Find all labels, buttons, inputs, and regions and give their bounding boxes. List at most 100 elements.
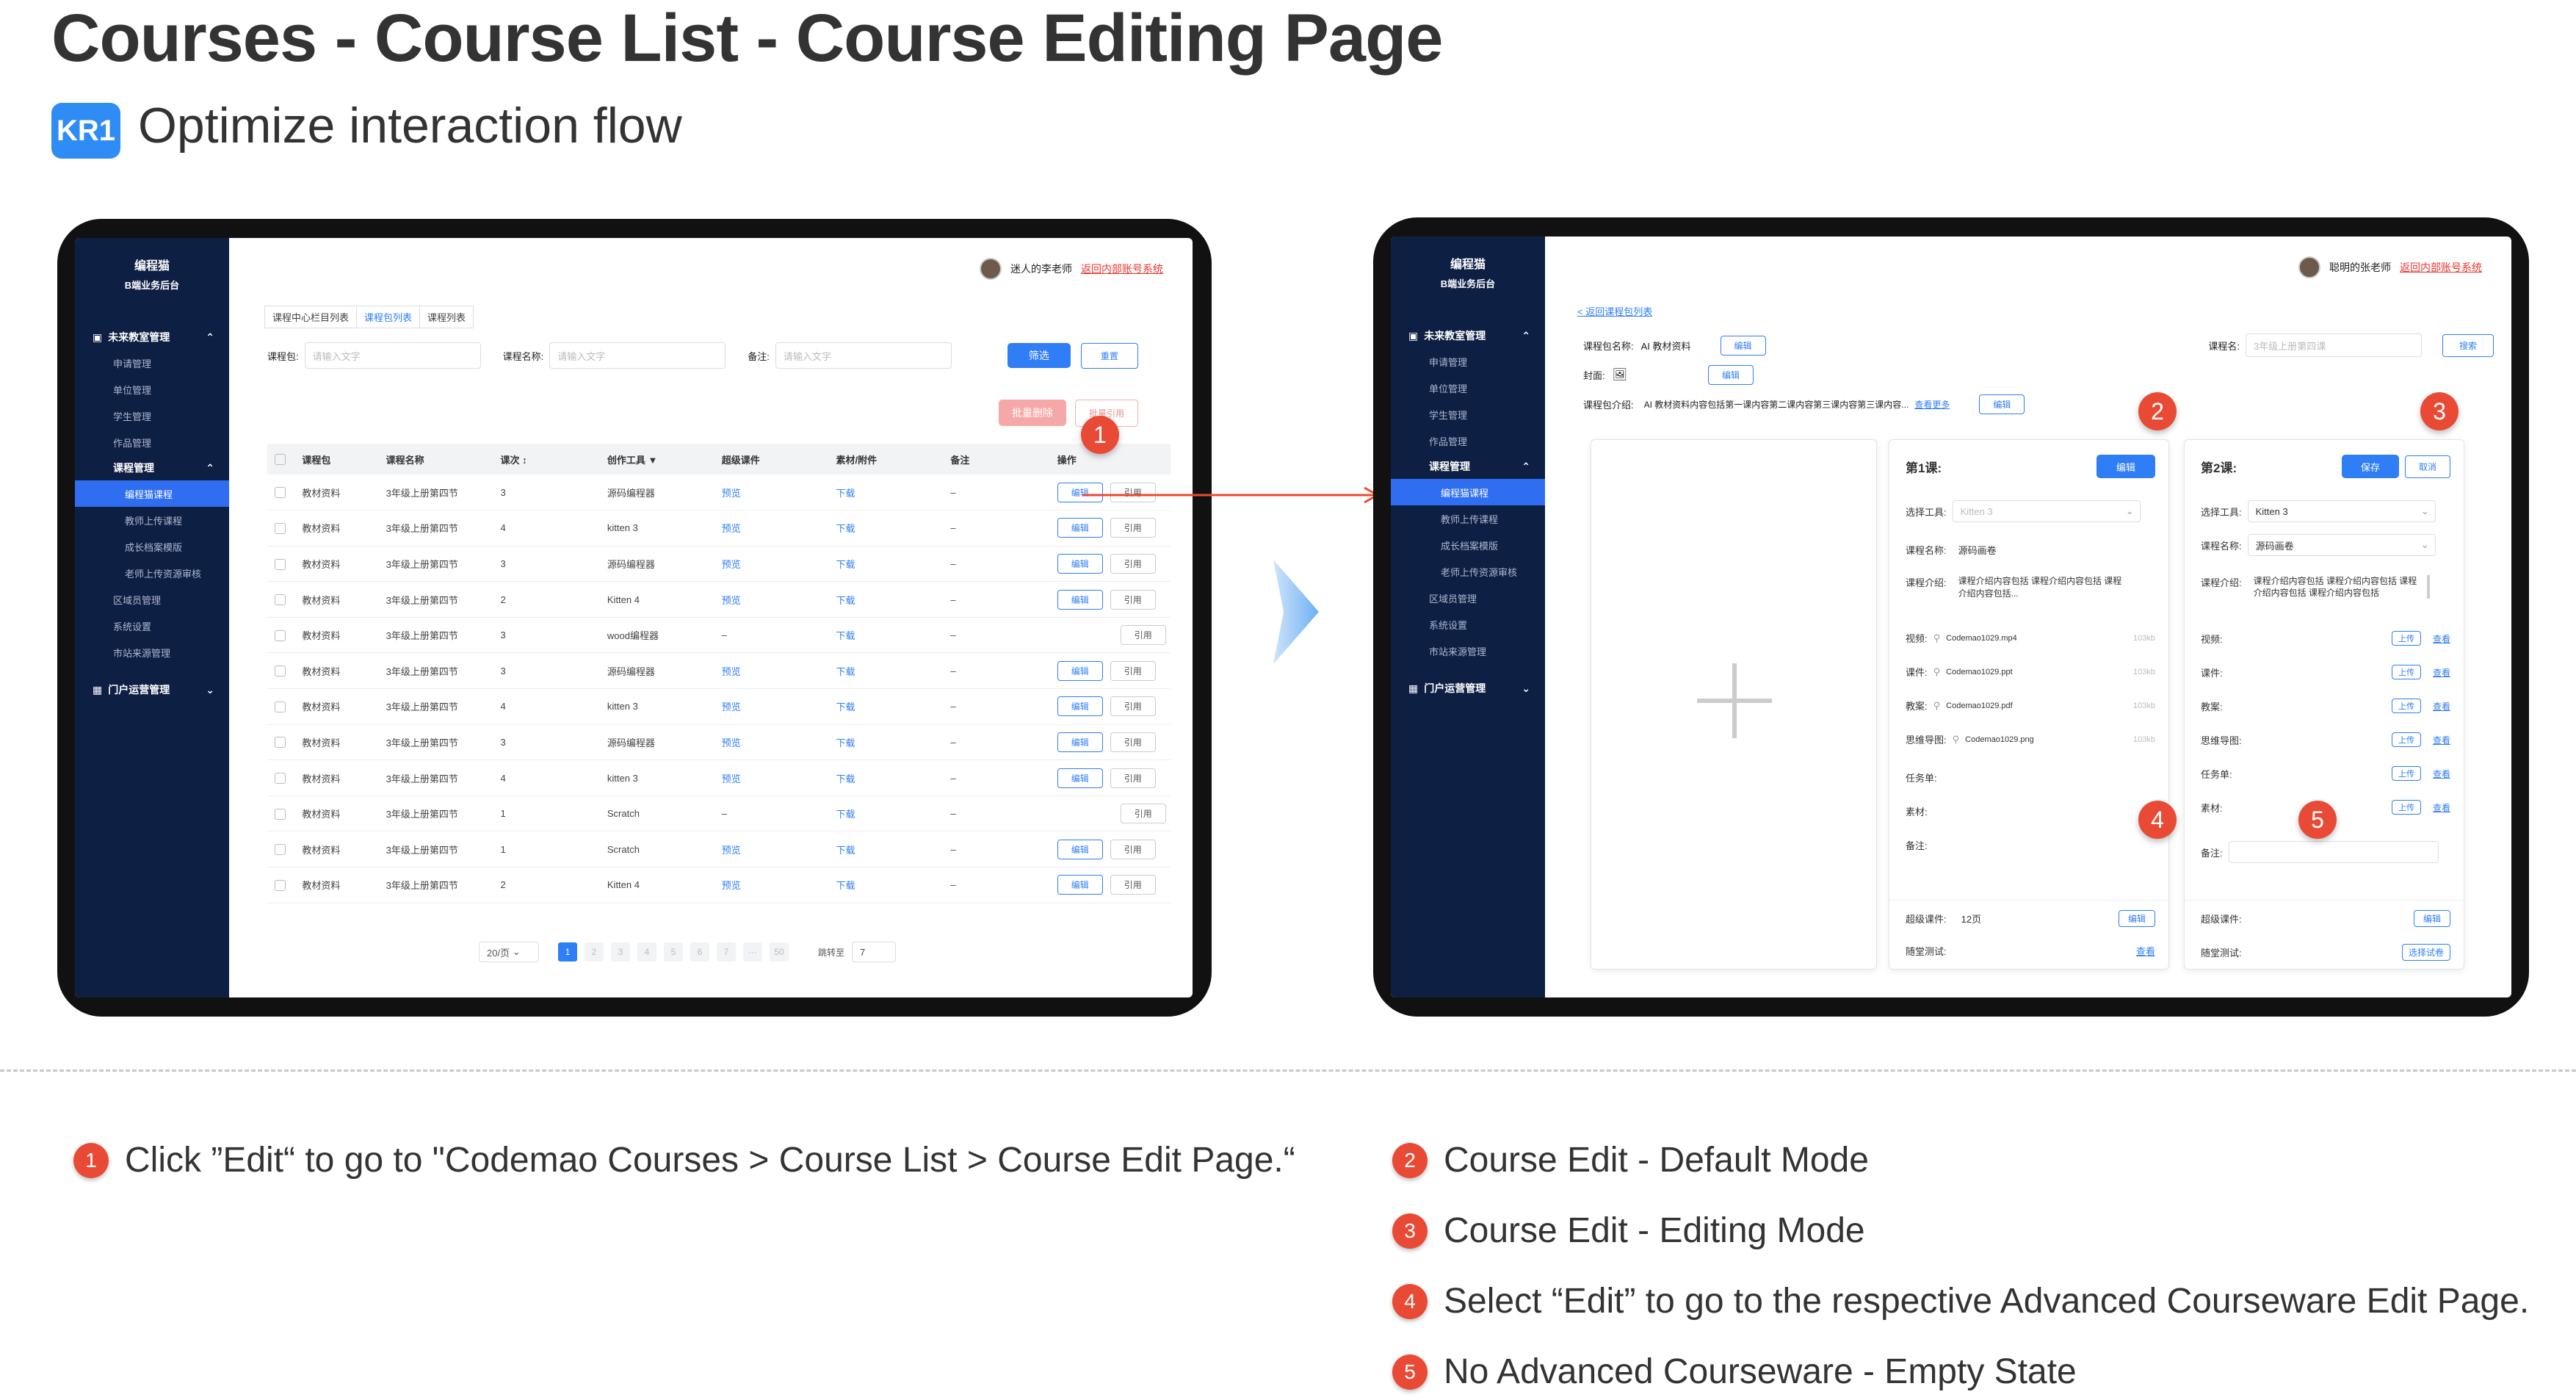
reference-button[interactable]: 引用: [1110, 875, 1156, 895]
package-input[interactable]: 请输入文字: [304, 342, 481, 369]
file-name[interactable]: Codemao1029.mp4: [1946, 634, 2017, 643]
sidebar-item[interactable]: 学生管理: [1391, 401, 1545, 427]
search-button[interactable]: 搜索: [2442, 333, 2494, 357]
courseware-edit-button[interactable]: 编辑: [2118, 910, 2155, 927]
sidebar-group-classroom[interactable]: ▣ 未来教室管理 ⌃: [75, 325, 229, 350]
sidebar-item[interactable]: 系统设置: [1391, 611, 1545, 638]
edit-button[interactable]: 编辑: [1057, 589, 1103, 610]
select-quiz-button[interactable]: 选择试卷: [2401, 944, 2450, 961]
row-checkbox[interactable]: [275, 629, 286, 641]
download-link[interactable]: 下载: [836, 523, 855, 534]
course-name-search-input[interactable]: 3年级上册第四课: [2245, 333, 2422, 357]
sidebar-group-course[interactable]: 课程管理 ⌃: [1391, 454, 1545, 479]
download-link[interactable]: 下载: [836, 773, 855, 784]
cover-edit-button[interactable]: 编辑: [1707, 364, 1754, 385]
reference-button[interactable]: 引用: [1110, 553, 1156, 574]
row-checkbox[interactable]: [275, 594, 286, 606]
sidebar-group-portal[interactable]: ▦ 门户运营管理 ⌄: [1391, 676, 1545, 701]
row-checkbox[interactable]: [275, 701, 286, 712]
sidebar-group-course[interactable]: 课程管理 ⌃: [75, 455, 229, 480]
page-button[interactable]: 5: [664, 942, 683, 961]
view-link[interactable]: 查看: [2433, 768, 2450, 780]
reference-button[interactable]: 引用: [1110, 839, 1156, 859]
edit-button[interactable]: 编辑: [1057, 518, 1103, 538]
page-button[interactable]: 4: [637, 942, 656, 961]
preview-link[interactable]: 预览: [722, 845, 741, 856]
view-more-link[interactable]: 查看更多: [1914, 398, 1950, 411]
edit-button[interactable]: 编辑: [1057, 553, 1103, 574]
select-all-checkbox[interactable]: [275, 454, 286, 466]
package-name-edit-button[interactable]: 编辑: [1720, 335, 1766, 356]
remark-input[interactable]: 请输入文字: [775, 342, 952, 369]
preview-link[interactable]: 预览: [722, 559, 741, 570]
page-button[interactable]: 50: [770, 942, 789, 961]
sidebar-item[interactable]: 市站来源管理: [1391, 638, 1545, 664]
reference-button[interactable]: 引用: [1110, 589, 1156, 610]
sidebar-item[interactable]: 教师上传课程: [75, 507, 229, 533]
back-to-package-list-link[interactable]: < 返回课程包列表: [1577, 304, 1652, 318]
row-checkbox[interactable]: [275, 773, 286, 784]
row-checkbox[interactable]: [275, 808, 286, 820]
download-link[interactable]: 下载: [836, 737, 855, 748]
sidebar-item[interactable]: 系统设置: [75, 613, 229, 639]
back-internal-link[interactable]: 返回内部账号系统: [2400, 260, 2482, 275]
lesson-2-name-input[interactable]: 源码画卷 ⌄: [2247, 534, 2436, 556]
download-link[interactable]: 下载: [836, 630, 855, 641]
preview-link[interactable]: 预览: [722, 595, 741, 606]
lesson-2-tool-select[interactable]: Kitten 3 ⌄: [2247, 500, 2436, 522]
upload-button[interactable]: 上传: [2391, 766, 2421, 781]
sidebar-item[interactable]: 学生管理: [75, 403, 229, 429]
reference-button[interactable]: 引用: [1110, 518, 1156, 538]
upload-button[interactable]: 上传: [2391, 699, 2421, 713]
view-link[interactable]: 查看: [2433, 632, 2450, 645]
file-name[interactable]: Codemao1029.pdf: [1946, 701, 2013, 710]
intro-edit-button[interactable]: 编辑: [1979, 394, 2025, 414]
sidebar-item[interactable]: 成长档案模版: [75, 533, 229, 560]
view-link[interactable]: 查看: [2433, 666, 2450, 679]
row-checkbox[interactable]: [275, 665, 286, 677]
avatar[interactable]: [2298, 256, 2320, 278]
course-name-input[interactable]: 请输入文字: [549, 342, 726, 369]
edit-button[interactable]: 编辑: [1057, 696, 1103, 717]
sidebar-item[interactable]: 成长档案模版: [1391, 532, 1545, 558]
tab-course-list[interactable]: 课程列表: [420, 306, 474, 328]
download-link[interactable]: 下载: [836, 488, 855, 499]
lesson-2-intro-textarea[interactable]: 课程介绍内容包括 课程介绍内容包括 课程介绍内容包括 课程介绍内容包括: [2254, 575, 2430, 599]
sidebar-item[interactable]: 编程猫课程: [75, 480, 229, 507]
sidebar-item[interactable]: 单位管理: [1391, 375, 1545, 401]
view-link[interactable]: 查看: [2433, 734, 2450, 746]
sidebar-item[interactable]: 申请管理: [75, 350, 229, 376]
download-link[interactable]: 下载: [836, 595, 855, 606]
upload-button[interactable]: 上传: [2391, 800, 2421, 815]
page-button[interactable]: 2: [585, 942, 604, 961]
page-size-select[interactable]: 20/页 ⌄: [479, 942, 539, 962]
quiz-view-link[interactable]: 查看: [2136, 944, 2155, 958]
download-link[interactable]: 下载: [836, 701, 855, 712]
reference-button[interactable]: 引用: [1120, 625, 1166, 646]
edit-button[interactable]: 编辑: [1057, 768, 1103, 788]
reference-button[interactable]: 引用: [1110, 732, 1156, 752]
reference-button[interactable]: 引用: [1110, 768, 1156, 788]
row-checkbox[interactable]: [275, 487, 286, 499]
sidebar-item[interactable]: 区域员管理: [1391, 585, 1545, 611]
sidebar-item[interactable]: 作品管理: [1391, 427, 1545, 454]
sidebar-item[interactable]: 申请管理: [1391, 348, 1545, 375]
sidebar-item[interactable]: 单位管理: [75, 376, 229, 403]
sidebar-item[interactable]: 区域员管理: [75, 586, 229, 613]
row-checkbox[interactable]: [275, 737, 286, 748]
sidebar-item[interactable]: 作品管理: [75, 429, 229, 455]
sidebar-group-classroom[interactable]: ▣ 未来教室管理 ⌃: [1391, 323, 1545, 348]
edit-button[interactable]: 编辑: [1057, 875, 1103, 895]
avatar[interactable]: [980, 258, 1002, 280]
preview-link[interactable]: 预览: [722, 773, 741, 784]
lesson-1-tool-select[interactable]: Kitten 3 ⌄: [1952, 500, 2141, 522]
sidebar-item[interactable]: 老师上传资源审核: [1391, 558, 1545, 585]
sidebar-item[interactable]: 老师上传资源审核: [75, 560, 229, 586]
file-name[interactable]: Codemao1029.ppt: [1946, 668, 2013, 676]
upload-button[interactable]: 上传: [2391, 631, 2421, 646]
row-checkbox[interactable]: [275, 522, 286, 534]
row-checkbox[interactable]: [275, 844, 286, 856]
download-link[interactable]: 下载: [836, 559, 855, 570]
view-link[interactable]: 查看: [2433, 801, 2450, 814]
lesson-2-cancel-button[interactable]: 取消: [2404, 455, 2450, 478]
